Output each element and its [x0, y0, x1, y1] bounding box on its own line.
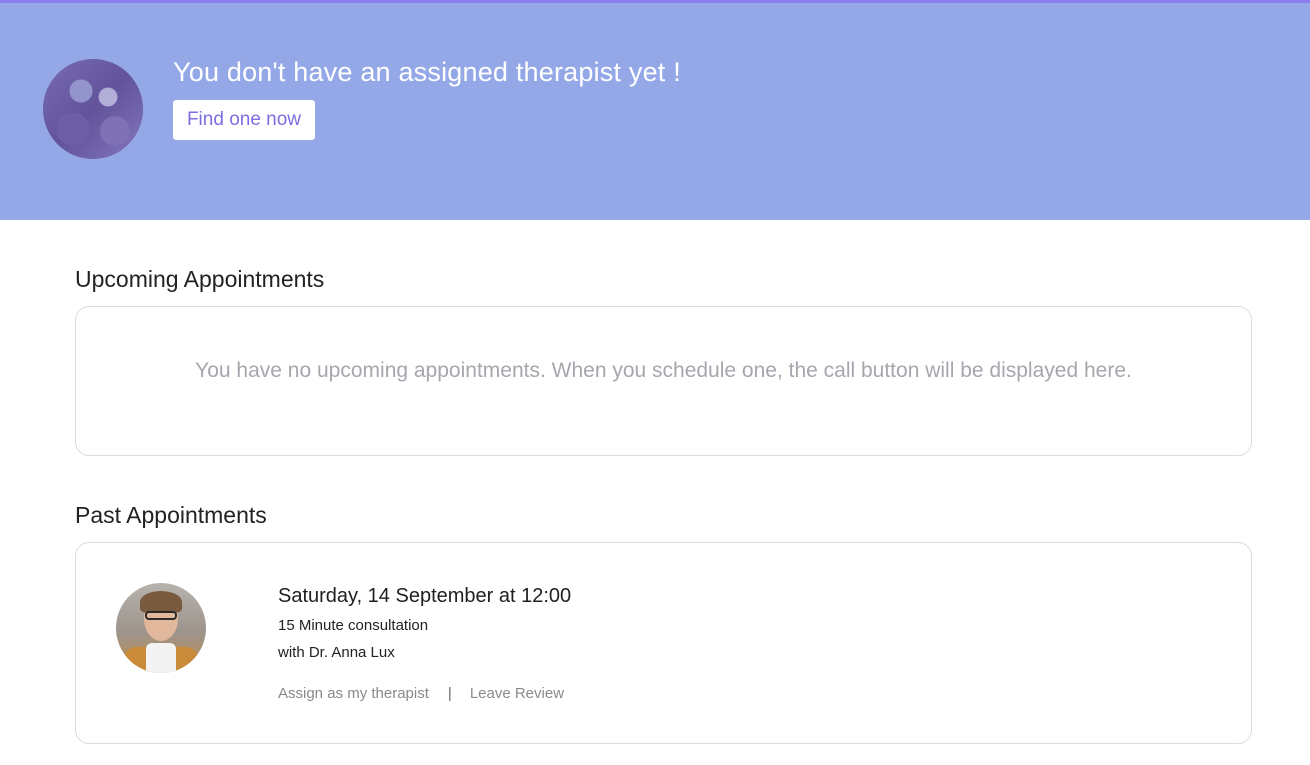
actions-separator: | — [447, 685, 452, 702]
appointment-actions: Assign as my therapist | Leave Review — [278, 685, 564, 702]
upcoming-appointments-heading: Upcoming Appointments — [75, 266, 325, 292]
therapists-group-avatar — [43, 59, 143, 159]
past-appointment-card: Saturday, 14 September at 12:00 15 Minut… — [75, 542, 1252, 744]
therapist-avatar — [116, 583, 206, 673]
appointment-therapist: with Dr. Anna Lux — [278, 644, 395, 661]
appointment-type: 15 Minute consultation — [278, 617, 429, 634]
banner-title: You don't have an assigned therapist yet… — [173, 57, 681, 87]
find-therapist-button[interactable]: Find one now — [173, 100, 315, 140]
appointment-date: Saturday, 14 September at 12:00 — [278, 585, 572, 607]
no-therapist-banner: You don't have an assigned therapist yet… — [0, 0, 1310, 220]
upcoming-appointments-card: You have no upcoming appointments. When … — [75, 306, 1252, 456]
assign-therapist-link[interactable]: Assign as my therapist — [278, 685, 429, 702]
leave-review-link[interactable]: Leave Review — [470, 685, 564, 702]
past-appointments-heading: Past Appointments — [75, 502, 267, 528]
no-upcoming-message: You have no upcoming appointments. When … — [195, 359, 1132, 382]
